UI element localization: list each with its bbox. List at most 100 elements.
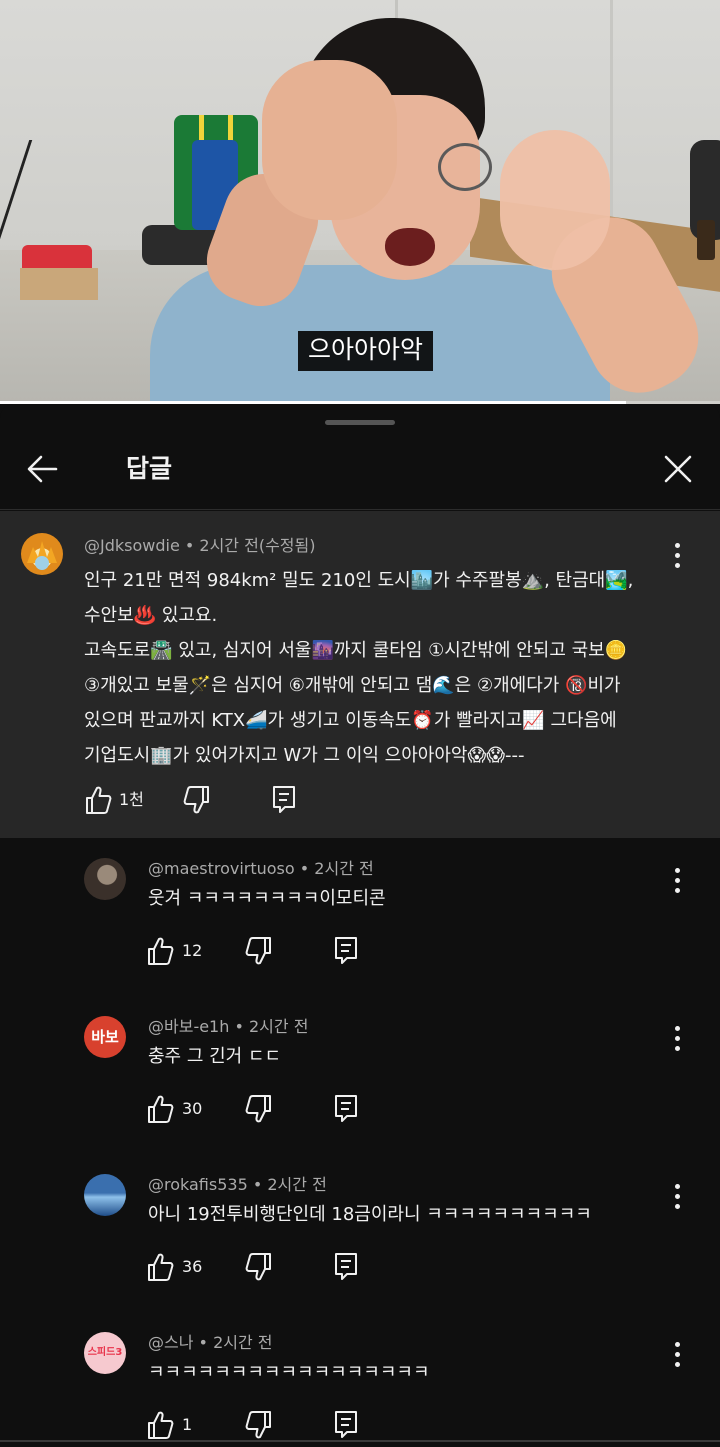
comment-author[interactable]: @Jdksowdie xyxy=(84,536,180,555)
thumb-down-icon xyxy=(245,937,271,965)
more-button[interactable] xyxy=(667,866,687,896)
reply-button[interactable] xyxy=(271,783,297,817)
comment-line: 인구 21만 면적 984km² 밀도 210인 도시🏙️가 수주팔봉⛰️, 탄… xyxy=(84,570,634,591)
thumb-up-icon xyxy=(148,1411,174,1439)
like-button[interactable] xyxy=(146,934,174,968)
comment-meta: @바보-e1h • 2시간 전 xyxy=(148,1016,308,1038)
thumb-up-icon xyxy=(148,1095,174,1123)
thumb-up-icon xyxy=(148,937,174,965)
dislike-button[interactable] xyxy=(245,1092,273,1126)
dislike-button[interactable] xyxy=(245,1250,273,1284)
video-caption: 으아아아악 xyxy=(298,331,434,371)
comment-actions: 1 xyxy=(146,1408,386,1442)
person-mouth xyxy=(385,228,435,266)
video-player[interactable]: 으아아아악 xyxy=(0,0,720,404)
like-button[interactable] xyxy=(146,1408,174,1442)
comment-line: ③개있고 보물🪄은 심지어 ⑥개밖에 안되고 댐🌊은 ②개에다가 🔞비가 xyxy=(84,675,621,696)
avatar-label: 바보 xyxy=(91,1028,119,1046)
close-button[interactable] xyxy=(655,446,701,492)
more-vert-icon xyxy=(675,1342,680,1347)
comment-body: 충주 그 긴거 ㄷㄷ xyxy=(148,1046,282,1067)
comment-time: • 2시간 전 xyxy=(193,1333,273,1352)
reply-comment: @rokafis535 • 2시간 전 아니 19전투비행단인데 18금이라니 … xyxy=(0,1174,720,1332)
like-count: 1천 xyxy=(119,790,144,809)
comment-body: ㅋㅋㅋㅋㅋㅋㅋㅋㅋㅋㅋㅋㅋㅋㅋㅋㅋ xyxy=(148,1362,430,1383)
thumb-down-icon xyxy=(245,1411,271,1439)
sheet-title: 답글 xyxy=(126,454,173,483)
replies-sheet: 답글 @Jdksowdie • 2시간 전(수정됨) 인구 21만 면적 984… xyxy=(0,404,720,1447)
comment-meta: @maestrovirtuoso • 2시간 전 xyxy=(148,858,374,880)
dislike-button[interactable] xyxy=(245,1408,273,1442)
avatar[interactable] xyxy=(84,1174,126,1216)
comment-author[interactable]: @maestrovirtuoso xyxy=(148,859,295,878)
more-button[interactable] xyxy=(667,1024,687,1054)
more-vert-icon xyxy=(675,1046,680,1051)
more-vert-icon xyxy=(675,1362,680,1367)
comment-time: • 2시간 전 xyxy=(294,859,374,878)
comment-meta: @Jdksowdie • 2시간 전(수정됨) xyxy=(84,535,315,557)
avatar[interactable] xyxy=(84,858,126,900)
back-button[interactable] xyxy=(20,446,66,492)
comment-actions: 12 xyxy=(146,934,386,968)
more-button[interactable] xyxy=(667,1340,687,1370)
arrow-left-icon xyxy=(27,455,58,483)
cardboard-box xyxy=(20,268,98,300)
comment-time: • 2시간 전(수정됨) xyxy=(179,536,316,555)
dislike-button[interactable] xyxy=(245,934,273,968)
avatar-image xyxy=(27,541,57,570)
more-vert-icon xyxy=(675,878,680,883)
reply-button[interactable] xyxy=(333,1250,359,1284)
more-vert-icon xyxy=(675,1026,680,1031)
comment-body: 아니 19전투비행단인데 18금이라니 ㅋㅋㅋㅋㅋㅋㅋㅋㅋㅋ xyxy=(148,1204,592,1225)
more-vert-icon xyxy=(675,888,680,893)
can xyxy=(697,220,715,260)
reply-button[interactable] xyxy=(333,1092,359,1126)
comment-author[interactable]: @바보-e1h xyxy=(148,1017,229,1036)
more-vert-icon xyxy=(675,1194,680,1199)
reply-comment: @maestrovirtuoso • 2시간 전 웃겨 ㅋㅋㅋㅋㅋㅋㅋㅋ이모티콘… xyxy=(0,858,720,1016)
like-count: 12 xyxy=(182,941,203,960)
more-vert-icon xyxy=(675,1184,680,1189)
reply-button[interactable] xyxy=(333,934,359,968)
avatar-label: 스피드3 xyxy=(87,1347,123,1358)
close-icon xyxy=(664,455,692,483)
thumb-down-icon xyxy=(183,786,209,814)
more-button[interactable] xyxy=(667,1182,687,1212)
comment-line: 있으며 판교까지 KTX🚄가 생기고 이동속도⏰가 빨라지고📈 그다음에 xyxy=(84,710,617,731)
sheet-header: 답글 xyxy=(0,434,720,510)
comment-line: 고속도로🛣️ 있고, 심지어 서울🌆까지 쿨타임 ①시간밖에 안되고 국보🪙 xyxy=(84,640,628,661)
reply-icon xyxy=(273,786,295,813)
avatar[interactable] xyxy=(21,533,63,575)
like-button[interactable] xyxy=(84,783,112,817)
more-vert-icon xyxy=(675,543,680,548)
comment-line: 수안보♨️ 있고요. xyxy=(84,605,218,626)
like-button[interactable] xyxy=(146,1250,174,1284)
avatar[interactable]: 스피드3 xyxy=(84,1332,126,1374)
drag-handle[interactable] xyxy=(325,420,395,425)
comment-body: 인구 21만 면적 984km² 밀도 210인 도시🏙️가 수주팔봉⛰️, 탄… xyxy=(84,563,684,773)
glasses xyxy=(438,143,492,191)
avatar-label xyxy=(84,858,126,900)
avatar[interactable]: 바보 xyxy=(84,1016,126,1058)
system-navigation-bar xyxy=(0,1440,720,1442)
comment-author[interactable]: @rokafis535 xyxy=(148,1175,248,1194)
more-vert-icon xyxy=(675,553,680,558)
reply-button[interactable] xyxy=(333,1408,359,1442)
avatar-label xyxy=(84,1174,126,1216)
comment-actions: 1천 xyxy=(84,783,324,817)
comment-meta: @rokafis535 • 2시간 전 xyxy=(148,1174,327,1196)
more-vert-icon xyxy=(675,868,680,873)
comment-time: • 2시간 전 xyxy=(247,1175,327,1194)
like-count: 30 xyxy=(182,1099,203,1118)
like-button[interactable] xyxy=(146,1092,174,1126)
dislike-button[interactable] xyxy=(183,783,211,817)
comment-actions: 30 xyxy=(146,1092,386,1126)
reply-comment: 바보 @바보-e1h • 2시간 전 충주 그 긴거 ㄷㄷ 30 xyxy=(0,1016,720,1174)
comment-meta: @스나 • 2시간 전 xyxy=(148,1332,273,1354)
person-fist xyxy=(500,130,610,270)
more-vert-icon xyxy=(675,1204,680,1209)
reply-icon xyxy=(335,937,357,964)
comment-author[interactable]: @스나 xyxy=(148,1333,193,1352)
thumb-up-icon xyxy=(148,1253,174,1281)
reply-comment: 스피드3 @스나 • 2시간 전 ㅋㅋㅋㅋㅋㅋㅋㅋㅋㅋㅋㅋㅋㅋㅋㅋㅋ 1 xyxy=(0,1332,720,1447)
